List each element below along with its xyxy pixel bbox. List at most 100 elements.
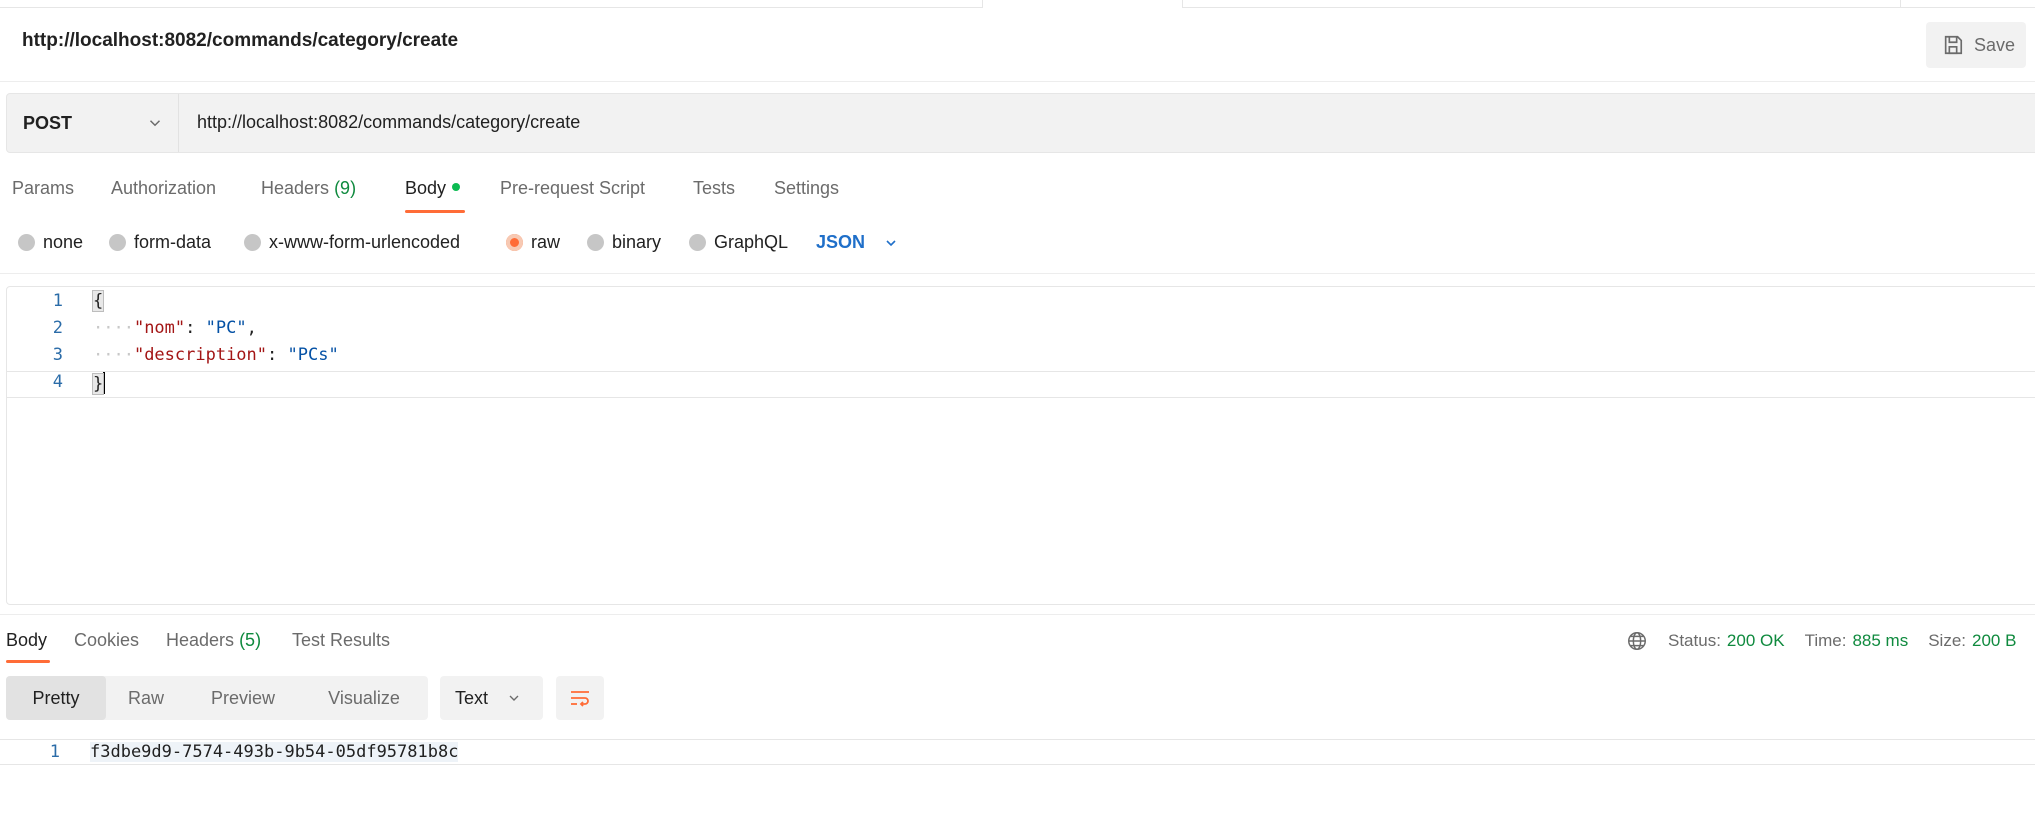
size-value[interactable]: 200 B (1972, 631, 2016, 651)
tab-settings[interactable]: Settings (774, 178, 839, 199)
language-select[interactable]: JSON (816, 232, 899, 253)
tab-headers[interactable]: Headers (9) (261, 178, 356, 199)
headers-count: (9) (334, 178, 357, 198)
tab-strip-segment-active (983, 0, 1183, 8)
request-tabs: Params Authorization Headers (9) Body Pr… (0, 172, 2035, 216)
section-divider (0, 614, 2035, 615)
response-body-text[interactable]: f3dbe9d9-7574-493b-9b54-05df95781b8c (90, 742, 459, 762)
request-header: http://localhost:8082/commands/category/… (0, 8, 2035, 82)
view-preview-button[interactable]: Preview (186, 676, 300, 720)
line-number: 1 (49, 742, 60, 762)
time-value[interactable]: 885 ms (1852, 631, 1908, 651)
line-number: 2 (52, 318, 63, 338)
response-format-select[interactable]: Text (440, 676, 543, 720)
radio-binary[interactable]: binary (587, 232, 661, 253)
tab-prerequest-label: Pre-request Script (500, 178, 646, 198)
tab-tests[interactable]: Tests (693, 178, 735, 199)
open-brace: { (91, 290, 105, 312)
view-pretty-button[interactable]: Pretty (6, 676, 106, 720)
code-text: } (91, 372, 106, 395)
json-value: "PC" (205, 318, 247, 338)
code-text: ····"nom": "PC", (93, 318, 257, 338)
code-line: 3 ····"description": "PCs" (7, 345, 2035, 372)
response-view-toggle: Pretty Raw Preview Visualize (6, 676, 428, 720)
radio-form-data-label: form-data (134, 232, 212, 252)
radio-none[interactable]: none (18, 232, 83, 253)
chevron-down-icon (509, 695, 519, 701)
globe-icon[interactable] (1626, 630, 1648, 652)
tab-strip-segment (0, 0, 983, 8)
tab-tests-label: Tests (693, 178, 736, 198)
indent-guide: ···· (93, 345, 134, 365)
section-divider (0, 273, 2035, 274)
response-body-line: 1 f3dbe9d9-7574-493b-9b54-05df95781b8c (0, 739, 2035, 765)
json-key: "nom" (133, 318, 186, 338)
method-select[interactable]: POST (7, 94, 179, 152)
response-headers-count: (5) (239, 630, 262, 650)
response-tab-headers-label: Headers (166, 630, 235, 650)
body-editor[interactable]: 1 { 2 ····"nom": "PC", 3 ····"descriptio… (6, 286, 2035, 605)
line-number: 1 (52, 291, 63, 311)
url-bar: POST http://localhost:8082/commands/cate… (6, 93, 2035, 153)
body-modified-indicator (452, 183, 461, 191)
json-key: "description" (133, 345, 268, 365)
text-cursor (103, 372, 106, 394)
tab-body[interactable]: Body (405, 178, 461, 199)
request-title[interactable]: http://localhost:8082/commands/category/… (22, 30, 458, 52)
response-tab-test-results-label: Test Results (292, 630, 391, 650)
response-active-tab-underline (6, 660, 50, 663)
tab-params-label: Params (12, 178, 75, 198)
radio-graphql[interactable]: GraphQL (689, 232, 788, 253)
response-tab-body[interactable]: Body (6, 630, 47, 651)
url-input[interactable]: http://localhost:8082/commands/category/… (197, 112, 580, 133)
tab-strip-segment (1183, 0, 1901, 8)
tab-params[interactable]: Params (12, 178, 74, 199)
radio-circle (109, 234, 126, 251)
response-tab-test-results[interactable]: Test Results (292, 630, 390, 651)
response-tab-headers[interactable]: Headers (5) (166, 630, 261, 651)
view-visualize-button[interactable]: Visualize (300, 676, 428, 720)
code-line: 2 ····"nom": "PC", (7, 318, 2035, 345)
radio-circle (244, 234, 261, 251)
save-button[interactable]: Save (1926, 22, 2026, 68)
chevron-down-icon (149, 120, 161, 127)
tab-settings-label: Settings (774, 178, 840, 198)
top-tab-strip (0, 0, 2035, 8)
response-tab-body-label: Body (6, 630, 48, 650)
code-text: { (91, 290, 105, 312)
tab-authorization[interactable]: Authorization (111, 178, 216, 199)
tab-prerequest-script[interactable]: Pre-request Script (500, 178, 645, 199)
language-label: JSON (816, 232, 866, 252)
response-tab-cookies[interactable]: Cookies (74, 630, 139, 651)
code-line: 1 { (7, 290, 2035, 318)
line-number: 4 (52, 372, 63, 392)
wrap-lines-icon (571, 691, 589, 707)
method-label: POST (23, 112, 73, 133)
code-line-current: 4 } (7, 371, 2035, 398)
radio-none-label: none (43, 232, 84, 252)
tab-authorization-label: Authorization (111, 178, 217, 198)
radio-urlencoded-label: x-www-form-urlencoded (269, 232, 461, 252)
response-format-label: Text (455, 687, 489, 708)
save-icon (1944, 35, 1963, 55)
radio-circle (18, 234, 35, 251)
radio-raw[interactable]: raw (506, 232, 560, 253)
code-text: ····"description": "PCs" (93, 345, 339, 365)
radio-urlencoded[interactable]: x-www-form-urlencoded (244, 232, 460, 253)
response-tab-cookies-label: Cookies (74, 630, 140, 650)
status-value[interactable]: 200 OK (1727, 631, 1785, 651)
tab-headers-label: Headers (261, 178, 330, 198)
response-meta: Status: 200 OK Time: 885 ms Size: 200 B (1626, 630, 2016, 652)
json-value: "PCs" (287, 345, 339, 365)
radio-circle (689, 234, 706, 251)
chevron-down-icon (886, 239, 896, 246)
radio-graphql-label: GraphQL (714, 232, 789, 252)
body-type-selector: none form-data x-www-form-urlencoded raw… (0, 228, 2035, 264)
response-tabs: Body Cookies Headers (5) Test Results St… (0, 624, 2035, 668)
active-tab-underline (405, 210, 465, 213)
status-label: Status: (1668, 631, 1721, 650)
radio-form-data[interactable]: form-data (109, 232, 211, 253)
wrap-lines-button[interactable] (556, 676, 604, 720)
view-raw-button[interactable]: Raw (106, 676, 186, 720)
save-label: Save (1974, 34, 2016, 55)
